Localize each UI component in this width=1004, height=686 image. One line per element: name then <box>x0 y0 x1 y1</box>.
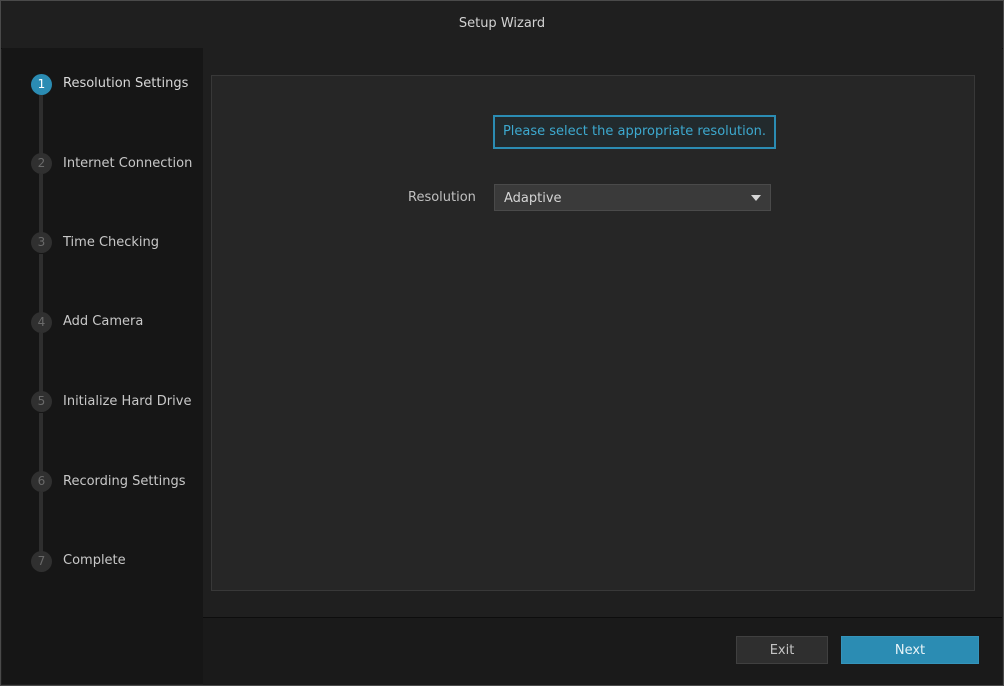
step-label-time-checking: Time Checking <box>63 235 160 250</box>
step-connector <box>39 174 43 237</box>
step-label-initialize-hard-drive: Initialize Hard Drive <box>63 394 192 409</box>
step-label-complete: Complete <box>63 553 126 568</box>
exit-button[interactable]: Exit <box>736 636 828 664</box>
step-number-2: 2 <box>31 153 52 174</box>
wizard-steps-sidebar: 1 Resolution Settings 2 Internet Connect… <box>2 48 203 684</box>
resolution-select[interactable]: Adaptive <box>494 184 771 211</box>
step-connector <box>39 254 43 316</box>
step-connector <box>39 492 43 555</box>
settings-panel <box>211 75 975 591</box>
step-number-3: 3 <box>31 232 52 253</box>
step-connector <box>39 95 43 157</box>
resolution-label: Resolution <box>408 190 476 205</box>
step-number-5: 5 <box>31 391 52 412</box>
step-label-resolution-settings: Resolution Settings <box>63 76 189 91</box>
step-connector <box>39 333 43 396</box>
step-number-1: 1 <box>31 74 52 95</box>
step-number-4: 4 <box>31 312 52 333</box>
step-number-7: 7 <box>31 551 52 572</box>
step-label-add-camera: Add Camera <box>63 314 144 329</box>
chevron-down-icon <box>751 195 761 201</box>
next-button[interactable]: Next <box>841 636 979 664</box>
resolution-hint: Please select the appropriate resolution… <box>493 115 776 149</box>
resolution-select-value: Adaptive <box>504 191 562 206</box>
window-title: Setup Wizard <box>1 1 1003 49</box>
step-label-recording-settings: Recording Settings <box>63 474 186 489</box>
step-label-internet-connection: Internet Connection <box>63 156 193 171</box>
step-number-6: 6 <box>31 471 52 492</box>
step-connector <box>39 413 43 475</box>
